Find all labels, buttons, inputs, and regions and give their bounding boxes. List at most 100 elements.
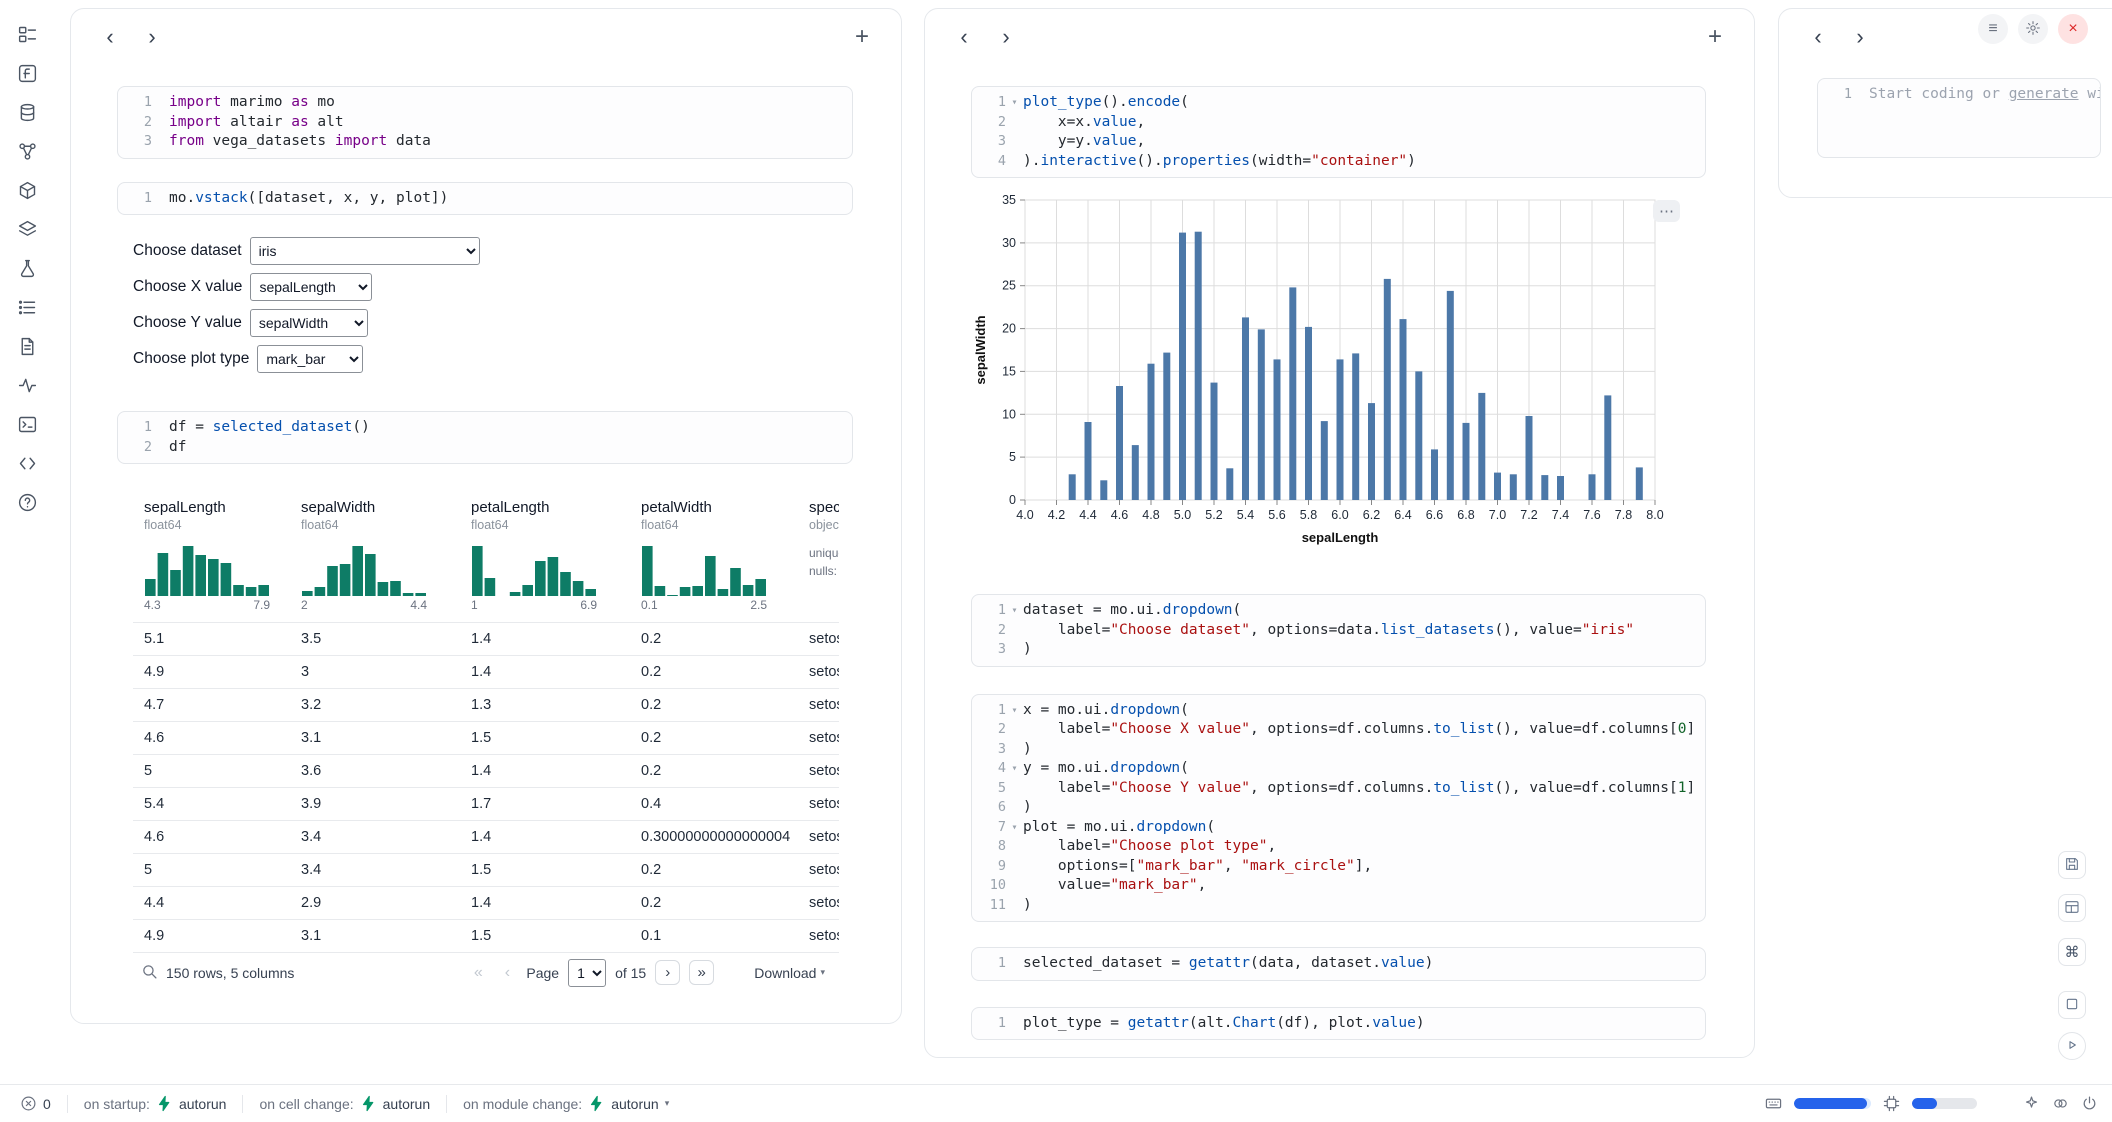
code-line[interactable]: 6) bbox=[976, 798, 1695, 818]
scratchpad-icon[interactable] bbox=[14, 256, 40, 282]
fold-chevron-icon[interactable]: ▾ bbox=[1006, 93, 1023, 113]
column-header[interactable]: sepalWidthfloat6424.4 bbox=[290, 499, 460, 612]
code-line[interactable]: 4▾y = mo.ui.dropdown( bbox=[976, 759, 1695, 779]
code-cell-dataframe[interactable]: 1df = selected_dataset()2df bbox=[117, 411, 853, 464]
code-cell-plot-type[interactable]: 1plot_type = getattr(alt.Chart(df), plot… bbox=[971, 1007, 1706, 1041]
on-module-change-autorun-button[interactable]: on module change: autorun ▾ bbox=[457, 1091, 675, 1116]
page-select[interactable]: 1 bbox=[568, 959, 606, 987]
code-line[interactable]: 2df bbox=[122, 438, 842, 458]
fold-chevron-icon[interactable]: ▾ bbox=[1006, 601, 1023, 621]
empty-code-cell[interactable]: 1 Start coding or generate with bbox=[1817, 78, 2101, 158]
column-header[interactable]: petalLengthfloat6416.9 bbox=[460, 499, 630, 612]
code-line[interactable]: 7▾plot = mo.ui.dropdown( bbox=[976, 818, 1695, 838]
terminal-icon[interactable] bbox=[14, 412, 40, 438]
notebook-menu-button[interactable]: ≡ bbox=[1978, 14, 2008, 44]
code-line[interactable]: 1plot_type = getattr(alt.Chart(df), plot… bbox=[976, 1014, 1695, 1034]
code-line[interactable]: 3) bbox=[976, 740, 1695, 760]
help-icon[interactable] bbox=[14, 490, 40, 516]
errors-button[interactable]: 0 bbox=[14, 1091, 57, 1116]
functions-icon[interactable] bbox=[14, 61, 40, 87]
code-line[interactable]: 4).interactive().properties(width="conta… bbox=[976, 152, 1695, 172]
code-line[interactable]: 1▾plot_type().encode( bbox=[976, 93, 1695, 113]
table-row[interactable]: 4.931.40.2setosa bbox=[133, 655, 839, 688]
code-line[interactable]: 1▾x = mo.ui.dropdown( bbox=[976, 701, 1695, 721]
keyboard-shortcuts-button[interactable]: ⌘ bbox=[2058, 938, 2086, 966]
layers-icon[interactable] bbox=[14, 217, 40, 243]
chart-output[interactable]: 4.04.24.44.64.85.05.25.45.65.86.06.26.46… bbox=[971, 192, 1706, 552]
code-line[interactable]: 1▾dataset = mo.ui.dropdown( bbox=[976, 601, 1695, 621]
datasources-icon[interactable] bbox=[14, 100, 40, 126]
fold-chevron-icon[interactable]: ▾ bbox=[1006, 701, 1023, 721]
prev-page-button[interactable]: ‹ bbox=[497, 964, 517, 982]
code-line[interactable]: 1df = selected_dataset() bbox=[122, 418, 842, 438]
code-line[interactable]: 2 label="Choose dataset", options=data.l… bbox=[976, 621, 1695, 641]
code-line[interactable]: 1mo.vstack([dataset, x, y, plot]) bbox=[122, 189, 842, 209]
code-line[interactable]: 8 label="Choose plot type", bbox=[976, 837, 1695, 857]
plot-type-select[interactable]: mark_bar bbox=[257, 345, 363, 373]
code-cell-vstack[interactable]: 1mo.vstack([dataset, x, y, plot]) bbox=[117, 182, 853, 216]
column-header[interactable]: sepalLengthfloat644.37.9 bbox=[133, 499, 290, 612]
table-row[interactable]: 53.61.40.2setosa bbox=[133, 754, 839, 787]
prev-cell-button[interactable]: ‹ bbox=[1803, 22, 1833, 52]
packages-icon[interactable] bbox=[14, 178, 40, 204]
table-row[interactable]: 5.43.91.70.4setosa bbox=[133, 787, 839, 820]
file-explorer-icon[interactable] bbox=[14, 22, 40, 48]
code-line[interactable]: 1selected_dataset = getattr(data, datase… bbox=[976, 954, 1695, 974]
code-line[interactable]: 3 y=y.value, bbox=[976, 132, 1695, 152]
table-row[interactable]: 4.73.21.30.2setosa bbox=[133, 688, 839, 721]
app-view-button[interactable] bbox=[2058, 991, 2086, 1019]
dataset-select[interactable]: iris bbox=[250, 237, 480, 265]
next-cell-button[interactable]: › bbox=[1845, 22, 1875, 52]
table-search-button[interactable] bbox=[141, 963, 158, 983]
prev-cell-button[interactable]: ‹ bbox=[949, 22, 979, 52]
run-all-button[interactable] bbox=[2058, 1032, 2086, 1060]
table-row[interactable]: 5.13.51.40.2setosa bbox=[133, 622, 839, 655]
code-cell-imports[interactable]: 1import marimo as mo2import altair as al… bbox=[117, 86, 853, 159]
next-page-button[interactable]: › bbox=[655, 960, 680, 985]
last-page-button[interactable]: » bbox=[689, 960, 714, 985]
y-value-select[interactable]: sepalWidth bbox=[250, 309, 368, 337]
code-line[interactable]: 5 label="Choose Y value", options=df.col… bbox=[976, 779, 1695, 799]
layout-button[interactable] bbox=[2058, 894, 2086, 922]
table-row[interactable]: 4.63.11.50.2setosa bbox=[133, 721, 839, 754]
documentation-icon[interactable] bbox=[14, 334, 40, 360]
dependency-graph-icon[interactable] bbox=[14, 139, 40, 165]
fold-chevron-icon[interactable]: ▾ bbox=[1006, 759, 1023, 779]
code-line[interactable]: 2 label="Choose X value", options=df.col… bbox=[976, 720, 1695, 740]
code-cell-controls[interactable]: 1▾x = mo.ui.dropdown(2 label="Choose X v… bbox=[971, 694, 1706, 923]
code-line[interactable]: 1 Start coding or generate with bbox=[1822, 85, 2090, 105]
code-line[interactable]: 1import marimo as mo bbox=[122, 93, 842, 113]
code-line[interactable]: 3from vega_datasets import data bbox=[122, 132, 842, 152]
generate-link[interactable]: generate bbox=[2009, 86, 2079, 102]
next-cell-button[interactable]: › bbox=[137, 22, 167, 52]
table-row[interactable]: 4.42.91.40.2setosa bbox=[133, 886, 839, 919]
table-row[interactable]: 4.93.11.50.1setosa bbox=[133, 919, 839, 952]
snippets-icon[interactable] bbox=[14, 451, 40, 477]
code-cell-selected-dataset[interactable]: 1selected_dataset = getattr(data, datase… bbox=[971, 947, 1706, 981]
code-line[interactable]: 2 x=x.value, bbox=[976, 113, 1695, 133]
power-button[interactable] bbox=[2081, 1095, 2098, 1112]
on-startup-autorun-button[interactable]: on startup: autorun bbox=[78, 1091, 233, 1116]
code-cell-plot[interactable]: 1▾plot_type().encode(2 x=x.value,3 y=y.v… bbox=[971, 86, 1706, 178]
copilot-button[interactable] bbox=[2052, 1095, 2069, 1112]
add-cell-button[interactable]: + bbox=[1700, 22, 1730, 52]
column-header[interactable]: petalWidthfloat640.12.5 bbox=[630, 499, 798, 612]
outline-icon[interactable] bbox=[14, 295, 40, 321]
add-cell-button[interactable]: + bbox=[847, 22, 877, 52]
shutdown-button[interactable]: × bbox=[2058, 14, 2088, 44]
save-notebook-button[interactable] bbox=[2058, 851, 2086, 879]
code-cell-dataset[interactable]: 1▾dataset = mo.ui.dropdown(2 label="Choo… bbox=[971, 594, 1706, 667]
next-cell-button[interactable]: › bbox=[991, 22, 1021, 52]
code-line[interactable]: 2import altair as alt bbox=[122, 113, 842, 133]
download-button[interactable]: Download▾ bbox=[748, 964, 831, 982]
table-row[interactable]: 53.41.50.2setosa bbox=[133, 853, 839, 886]
code-line[interactable]: 9 options=["mark_bar", "mark_circle"], bbox=[976, 857, 1695, 877]
tracing-icon[interactable] bbox=[14, 373, 40, 399]
fold-chevron-icon[interactable]: ▾ bbox=[1006, 818, 1023, 838]
first-page-button[interactable]: « bbox=[468, 964, 488, 982]
chart-actions-button[interactable]: ⋯ bbox=[1653, 200, 1680, 222]
settings-button[interactable] bbox=[2018, 14, 2048, 44]
code-line[interactable]: 10 value="mark_bar", bbox=[976, 876, 1695, 896]
code-line[interactable]: 3) bbox=[976, 640, 1695, 660]
table-row[interactable]: 4.63.41.40.30000000000000004setosa bbox=[133, 820, 839, 853]
